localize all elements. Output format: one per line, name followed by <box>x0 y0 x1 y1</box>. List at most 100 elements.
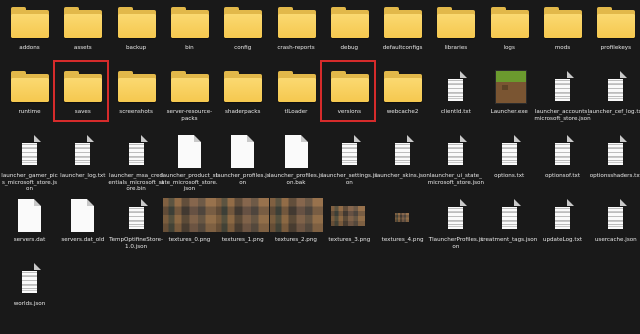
file-textures-0-png[interactable]: textures_0.png <box>162 196 216 256</box>
file-worlds-json[interactable]: worlds.json <box>3 260 56 320</box>
folder-webcache2[interactable]: webcache2 <box>376 68 429 128</box>
folder-debug[interactable]: debug <box>323 4 376 64</box>
item-label: backup <box>125 45 147 51</box>
folder-mods[interactable]: mods <box>536 4 589 64</box>
item-label: TempOptifineStore-1.0.json <box>109 237 164 250</box>
folder-assets[interactable]: assets <box>56 4 109 64</box>
file-launcher-settings-json[interactable]: launcher_settings.json <box>321 132 377 192</box>
folder-icon <box>589 4 640 44</box>
item-label: textures_4.png <box>381 237 424 243</box>
text-file-icon <box>483 132 536 172</box>
image-thumbnail-icon <box>216 196 270 236</box>
folder-runtime[interactable]: runtime <box>3 68 56 128</box>
item-label: launcher_cef_log.txt <box>587 109 640 115</box>
item-label: runtime <box>18 109 41 115</box>
file-optionsof-txt[interactable]: optionsof.txt <box>536 132 589 192</box>
folder-icon <box>429 4 482 44</box>
text-file-icon <box>589 196 640 236</box>
file-launcher-msa-credentials-microsoft-store-bin[interactable]: launcher_msa_credentials_microsoft_store… <box>108 132 164 193</box>
item-label: launcher_gamer_pics_microsoft_store.json <box>1 173 58 193</box>
item-label: TlauncherProfiles.json <box>428 237 484 250</box>
file-options-txt[interactable]: options.txt <box>483 132 536 192</box>
file-servers-dat[interactable]: servers.dat <box>3 196 56 256</box>
folder-icon <box>56 4 109 44</box>
text-file-icon <box>536 132 589 172</box>
highlight-box <box>53 60 110 122</box>
file-launcher-gamer-pics-microsoft-store-json[interactable]: launcher_gamer_pics_microsoft_store.json <box>1 132 58 193</box>
file-treatment-tags-json[interactable]: treatment_tags.json <box>481 196 538 256</box>
file-launcher-exe[interactable]: Launcher.exe <box>483 68 536 128</box>
folder-bin[interactable]: bin <box>163 4 216 64</box>
text-file-icon <box>429 68 482 108</box>
item-label: addons <box>19 45 40 51</box>
text-file-icon <box>536 68 589 108</box>
file-textures-1-png[interactable]: textures_1.png <box>216 196 270 256</box>
folder-tlloader[interactable]: tlLoader <box>270 68 323 128</box>
item-label: profilekeys <box>600 45 631 51</box>
item-label: optionsshaders.txt <box>589 173 640 179</box>
file-servers-dat-old[interactable]: servers.dat_old <box>56 196 109 256</box>
item-label: treatment_tags.json <box>481 237 538 243</box>
file-updatelog-txt[interactable]: updateLog.txt <box>536 196 589 256</box>
text-file-icon <box>429 196 482 236</box>
text-file-icon <box>429 132 482 172</box>
folder-icon <box>110 4 163 44</box>
item-label: launcher_profiles.json.bak <box>268 173 324 186</box>
text-file-icon <box>323 132 376 172</box>
folder-crash-reports[interactable]: crash-reports <box>270 4 323 64</box>
item-label: launcher_msa_credentials_microsoft_store… <box>108 173 164 193</box>
folder-backup[interactable]: backup <box>110 4 163 64</box>
item-label: options.txt <box>494 173 525 179</box>
folder-libraries[interactable]: libraries <box>429 4 482 64</box>
folder-logs[interactable]: logs <box>483 4 536 64</box>
folder-server-resource-packs[interactable]: server-resource-packs <box>163 68 216 128</box>
item-label: server-resource-packs <box>166 109 213 122</box>
blank-file-icon <box>56 196 109 236</box>
text-file-icon <box>536 196 589 236</box>
file-tempoptifinestore-1-0-json[interactable]: TempOptifineStore-1.0.json <box>109 196 164 256</box>
item-label: textures_2.png <box>275 237 317 243</box>
file-launcher-profiles-json-bak[interactable]: launcher_profiles.json.bak <box>268 132 324 192</box>
file-launcher-ui-state-microsoft-store-json[interactable]: launcher_ui_state_microsoft_store.json <box>428 132 484 192</box>
file-tlauncherprofiles-json[interactable]: TlauncherProfiles.json <box>428 196 484 256</box>
file-launcher-accounts-microsoft-store-json[interactable]: launcher_accounts_microsoft_store.json <box>534 68 591 128</box>
grass-block-icon <box>483 68 536 108</box>
file-textures-3-png[interactable]: textures_3.png <box>323 196 376 256</box>
item-label: tlLoader <box>284 109 308 115</box>
text-file-icon <box>56 132 109 172</box>
item-label: launcher_accounts_microsoft_store.json <box>534 109 591 122</box>
folder-icon <box>3 4 56 44</box>
folder-addons[interactable]: addons <box>3 4 56 64</box>
folder-icon <box>536 4 589 44</box>
file-textures-2-png[interactable]: textures_2.png <box>269 196 323 256</box>
item-label: shaderpacks <box>224 109 261 115</box>
folder-profilekeys[interactable]: profilekeys <box>589 4 640 64</box>
file-optionsshaders-txt[interactable]: optionsshaders.txt <box>589 132 640 192</box>
folder-icon <box>270 4 323 44</box>
file-launcher-product-state-microsoft-store-json[interactable]: launcher_product_state_microsoft_store.j… <box>161 132 218 192</box>
item-label: assets <box>73 45 92 51</box>
item-label: servers.dat_old <box>61 237 105 243</box>
folder-shaderpacks[interactable]: shaderpacks <box>216 68 269 128</box>
file-textures-4-png[interactable]: textures_4.png <box>376 196 429 256</box>
item-label: textures_0.png <box>168 237 211 243</box>
folder-config[interactable]: config <box>216 4 269 64</box>
image-thumbnail-icon <box>162 196 216 236</box>
item-label: config <box>234 45 252 51</box>
item-label: mods <box>554 45 571 51</box>
file-launcher-log-txt[interactable]: launcher_log.txt <box>56 132 109 192</box>
folder-icon <box>376 4 429 44</box>
file-clientid-txt[interactable]: clientId.txt <box>429 68 482 128</box>
item-label: defaultconfigs <box>382 45 423 51</box>
folder-screenshots[interactable]: screenshots <box>110 68 163 128</box>
folder-defaultconfigs[interactable]: defaultconfigs <box>376 4 429 64</box>
item-label: webcache2 <box>386 109 419 115</box>
item-label: libraries <box>444 45 468 51</box>
item-label: launcher_log.txt <box>60 173 106 179</box>
text-file-icon <box>376 132 429 172</box>
file-launcher-profiles-json[interactable]: launcher_profiles.json <box>216 132 270 192</box>
file-launcher-skins-json[interactable]: launcher_skins.json <box>375 132 430 192</box>
folder-icon <box>270 68 323 108</box>
file-usercache-json[interactable]: usercache.json <box>589 196 640 256</box>
file-launcher-cef-log-txt[interactable]: launcher_cef_log.txt <box>587 68 640 128</box>
